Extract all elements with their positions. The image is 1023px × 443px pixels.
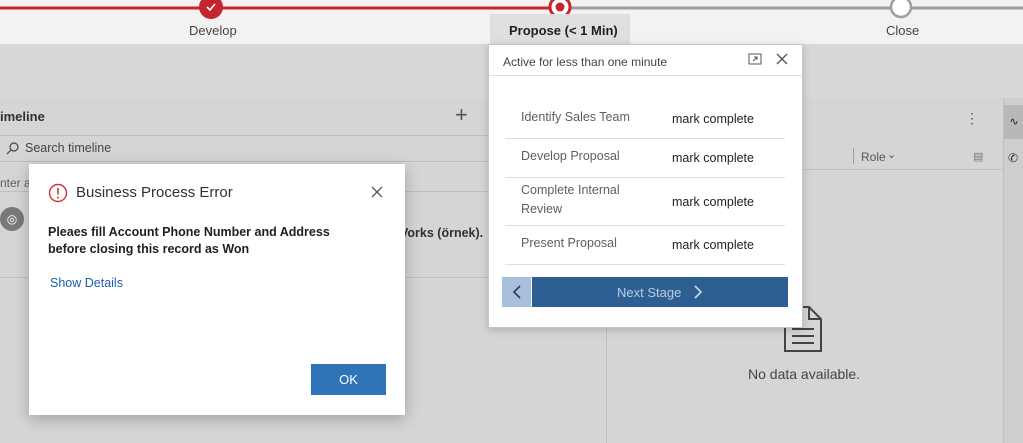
stage-close-pending-icon[interactable] xyxy=(889,0,913,19)
stage-flyout: Active for less than one minute Identify… xyxy=(488,44,803,328)
timeline-entry-text: Vorks (örnek). xyxy=(400,226,484,240)
timeline-title: imeline xyxy=(0,109,45,124)
dialog-title: Business Process Error xyxy=(76,184,233,201)
add-icon[interactable]: + xyxy=(455,102,468,128)
dialog-message: Pleaes fill Account Phone Number and Add… xyxy=(48,225,330,256)
chevron-right-icon xyxy=(694,285,703,299)
step-row: Identify Sales Team mark complete xyxy=(505,100,785,139)
column-divider xyxy=(853,148,854,164)
column-header-role[interactable]: Role xyxy=(861,150,886,164)
activity-icon: ◎ xyxy=(0,207,24,231)
chevron-down-icon[interactable]: ⌄ xyxy=(887,148,896,161)
search-icon xyxy=(6,142,19,155)
stage-develop-check-icon[interactable] xyxy=(199,0,223,19)
next-stage-label: Next Stage xyxy=(617,285,682,300)
business-process-bar: Develop Propose (< 1 Min) Close xyxy=(0,0,1023,44)
previous-stage-button[interactable] xyxy=(502,277,531,307)
stage-label-close[interactable]: Close xyxy=(886,23,919,38)
ok-button[interactable]: OK xyxy=(311,364,386,395)
phone-icon[interactable]: ✆ xyxy=(1008,151,1018,165)
flyout-header: Active for less than one minute xyxy=(489,45,802,76)
more-options-icon[interactable]: ⋮ xyxy=(965,110,979,127)
business-process-error-dialog: Business Process Error Pleaes fill Accou… xyxy=(29,164,405,415)
next-stage-button[interactable]: Next Stage xyxy=(532,277,788,307)
error-icon xyxy=(48,183,68,203)
step-row: Complete Internal Review mark complete xyxy=(505,178,785,226)
step-row: Present Proposal mark complete xyxy=(505,226,785,265)
flyout-status: Active for less than one minute xyxy=(503,55,668,69)
mark-complete-action[interactable]: mark complete xyxy=(672,195,754,209)
mark-complete-action[interactable]: mark complete xyxy=(672,238,754,252)
mark-complete-action[interactable]: mark complete xyxy=(672,151,754,165)
rail-item-activity[interactable]: ∿ xyxy=(1004,105,1023,139)
step-row: Develop Proposal mark complete xyxy=(505,139,785,178)
empty-state-text: No data available. xyxy=(748,366,861,382)
step-name: Identify Sales Team xyxy=(521,110,630,124)
stage-label-propose[interactable]: Propose (< 1 Min) xyxy=(509,23,618,38)
close-icon[interactable] xyxy=(371,186,383,198)
timeline-note-input[interactable]: nter a xyxy=(0,176,31,190)
side-rail: ∿ ✆ xyxy=(1003,98,1023,443)
stage-label-develop[interactable]: Develop xyxy=(189,23,237,38)
chevron-left-icon xyxy=(512,285,521,299)
timeline-search-input[interactable]: Search timeline xyxy=(25,141,111,155)
mark-complete-action[interactable]: mark complete xyxy=(672,112,754,126)
show-details-link[interactable]: Show Details xyxy=(50,276,123,290)
filter-icon[interactable]: ▤ xyxy=(973,150,983,163)
step-name: Complete Internal Review xyxy=(521,183,620,216)
dock-icon[interactable] xyxy=(748,53,762,65)
close-icon[interactable] xyxy=(776,53,788,65)
step-name: Present Proposal xyxy=(521,236,617,250)
step-name: Develop Proposal xyxy=(521,149,620,163)
